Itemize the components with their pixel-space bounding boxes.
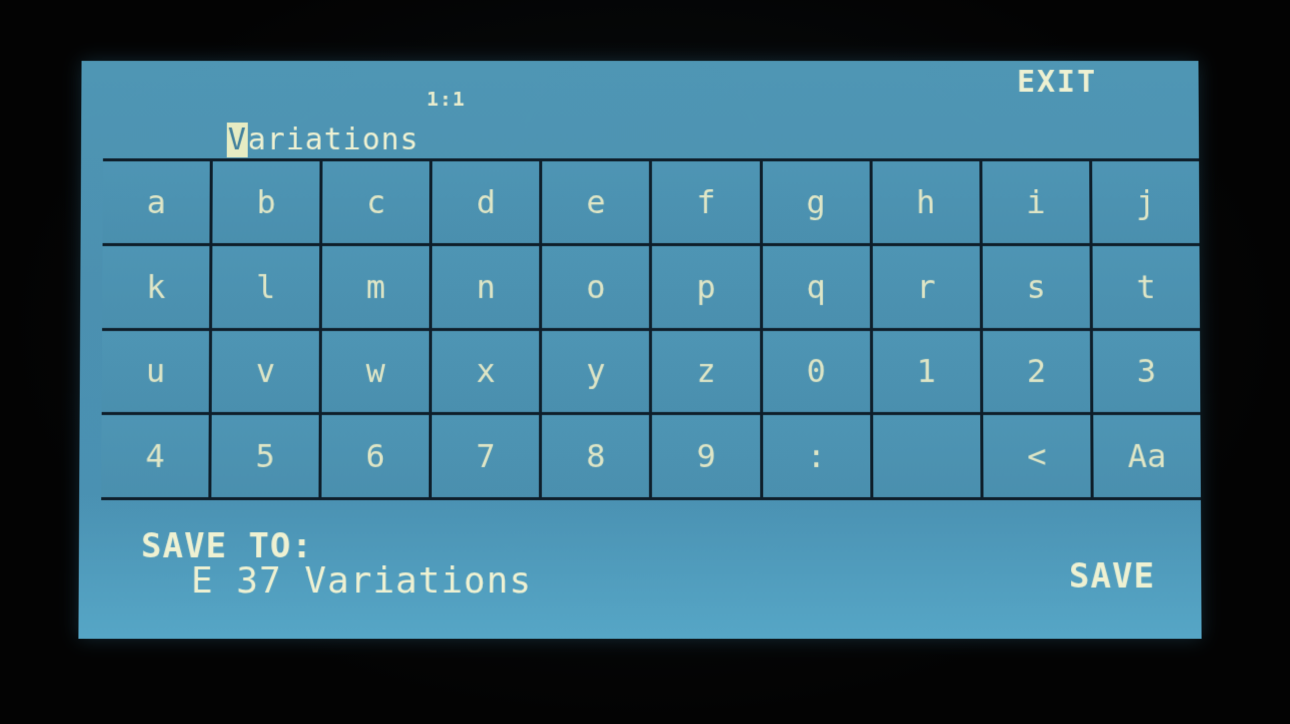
key-label: 5 (255, 437, 275, 476)
key-v[interactable]: v (211, 330, 320, 413)
lcd-screen: 1:1 EXIT Variations a b c d e f g h i j k l m n o p q r s t… (78, 60, 1202, 639)
key-label: 4 (145, 437, 165, 476)
key-label: 9 (696, 437, 716, 476)
key-i[interactable]: i (982, 161, 1090, 243)
key-label: o (586, 267, 606, 306)
key-f[interactable]: f (652, 161, 760, 243)
key-r[interactable]: r (872, 245, 980, 328)
exit-button[interactable]: EXIT (1017, 65, 1097, 100)
key-o[interactable]: o (542, 245, 650, 328)
key-label: l (256, 267, 276, 306)
key-a[interactable]: a (102, 161, 210, 243)
key-label: g (806, 183, 826, 222)
key-label: f (696, 183, 716, 222)
key-label: 7 (476, 437, 496, 476)
key-label: 0 (806, 352, 826, 391)
key-5[interactable]: 5 (211, 415, 319, 498)
key-label: Aa (1127, 437, 1167, 476)
key-label: < (1027, 437, 1047, 476)
key-l[interactable]: l (212, 245, 320, 328)
save-target-name: E 37 Variations (190, 560, 532, 602)
key-y[interactable]: y (542, 330, 650, 413)
key-0[interactable]: 0 (762, 330, 870, 413)
key-label: m (366, 267, 386, 306)
key-label: i (1026, 183, 1046, 222)
key-u[interactable]: u (101, 330, 210, 413)
name-input-field[interactable]: Variations (226, 122, 420, 158)
key-w[interactable]: w (321, 330, 430, 413)
key-4[interactable]: 4 (101, 415, 209, 498)
key-2[interactable]: 2 (982, 330, 1091, 413)
key-p[interactable]: p (652, 245, 760, 328)
case-toggle-key[interactable]: Aa (1093, 415, 1201, 498)
key-h[interactable]: h (872, 161, 980, 243)
key-label: 1 (916, 352, 936, 391)
key-d[interactable]: d (432, 161, 540, 243)
key-label: j (1135, 183, 1156, 222)
key-7[interactable]: 7 (431, 415, 540, 498)
cursor-position-label: 1:1 (426, 86, 466, 111)
key-label: x (476, 352, 496, 391)
name-editor-header: 1:1 EXIT Variations (81, 61, 1199, 159)
key-label: d (476, 183, 496, 222)
key-label: v (255, 352, 276, 391)
key-label: 3 (1136, 352, 1157, 391)
key-n[interactable]: n (432, 245, 540, 328)
key-label: p (696, 267, 716, 306)
key-label: n (476, 267, 496, 306)
name-input-text: ariations (247, 122, 420, 158)
key-label: a (146, 183, 166, 222)
key-t[interactable]: t (1092, 245, 1200, 328)
key-label: y (586, 352, 606, 391)
key-j[interactable]: j (1092, 161, 1200, 243)
save-footer: SAVE TO: E 37 Variations SAVE (78, 500, 1201, 639)
key-q[interactable]: q (762, 245, 870, 328)
key-label: r (916, 267, 936, 306)
key-z[interactable]: z (652, 330, 760, 413)
save-button[interactable]: SAVE (1069, 556, 1155, 596)
key-label: s (1026, 267, 1046, 306)
key-label: t (1136, 267, 1156, 306)
key-e[interactable]: e (542, 161, 650, 243)
key-m[interactable]: m (322, 245, 430, 328)
key-c[interactable]: c (322, 161, 430, 243)
key-label: : (806, 437, 826, 476)
key-k[interactable]: k (102, 245, 210, 328)
key-label: e (586, 183, 606, 222)
key-b[interactable]: b (212, 161, 320, 243)
key-6[interactable]: 6 (321, 415, 430, 498)
key-colon[interactable]: : (762, 415, 871, 498)
key-9[interactable]: 9 (652, 415, 760, 498)
space-key[interactable] (872, 415, 981, 498)
key-label: z (696, 352, 716, 391)
key-1[interactable]: 1 (872, 330, 981, 413)
key-label: w (365, 352, 386, 391)
key-s[interactable]: s (982, 245, 1090, 328)
text-cursor-character: V (226, 122, 248, 158)
character-keyboard: a b c d e f g h i j k l m n o p q r s t u v w x y z 0 1 2 3 4 5 6 7 8 9: < Aa (101, 158, 1201, 501)
key-3[interactable]: 3 (1092, 330, 1201, 413)
key-label: h (916, 183, 936, 222)
key-g[interactable]: g (762, 161, 870, 243)
key-label: u (145, 352, 166, 391)
backspace-key[interactable]: < (983, 415, 1091, 498)
key-8[interactable]: 8 (542, 415, 650, 498)
key-label: c (366, 183, 386, 222)
key-label: b (256, 183, 276, 222)
key-x[interactable]: x (432, 330, 540, 413)
key-label: 8 (586, 437, 606, 476)
key-label: k (146, 267, 166, 306)
key-label: 6 (365, 437, 386, 476)
key-label: 2 (1026, 352, 1047, 391)
key-label: q (806, 267, 826, 306)
